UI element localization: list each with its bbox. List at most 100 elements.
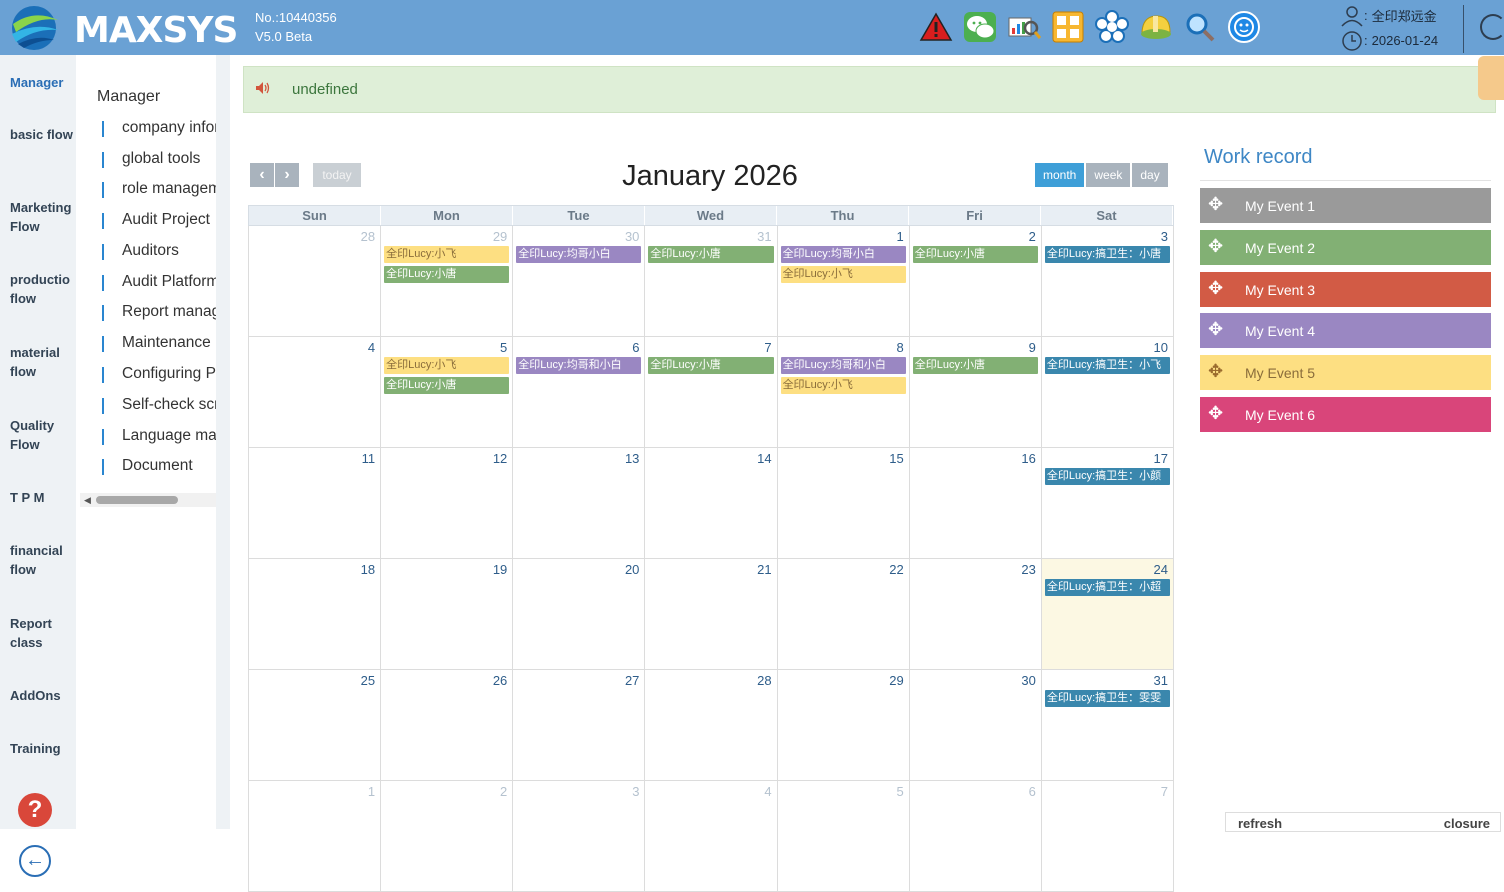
next-month-button[interactable]: ›: [275, 163, 299, 187]
calendar-day[interactable]: 10 全印Lucy:搞卫生：小飞: [1041, 337, 1174, 448]
day-number[interactable]: 24: [1154, 562, 1168, 577]
submenu-item[interactable]: Auditors: [102, 242, 179, 260]
calendar-day[interactable]: 11: [248, 448, 382, 559]
magnifier-icon[interactable]: [1182, 8, 1218, 46]
calendar-event[interactable]: 全印Lucy:小唐: [384, 266, 510, 283]
calendar-event[interactable]: 全印Lucy:均哥小白: [780, 246, 906, 263]
calendar-day[interactable]: 7: [1041, 781, 1174, 892]
draggable-event[interactable]: ✥ My Event 1: [1200, 188, 1491, 223]
calendar-day[interactable]: 28: [645, 670, 778, 781]
submenu-item[interactable]: Maintenance lo: [102, 334, 216, 352]
submenu-item[interactable]: global tools: [102, 150, 200, 168]
scroll-thumb[interactable]: [96, 496, 178, 504]
move-icon[interactable]: ✥: [1208, 237, 1223, 255]
scroll-left-icon[interactable]: ◀: [84, 493, 91, 507]
calendar-day[interactable]: 5: [777, 781, 910, 892]
nav-item-manager[interactable]: Manager: [10, 73, 76, 92]
day-number[interactable]: 31: [757, 229, 771, 244]
calendar-day[interactable]: 7 全印Lucy:小唐: [645, 337, 778, 448]
submenu-item[interactable]: Language man: [102, 427, 216, 445]
day-number[interactable]: 6: [632, 340, 639, 355]
day-number[interactable]: 31: [1154, 673, 1168, 688]
helmet-icon[interactable]: [1138, 8, 1174, 46]
calendar-day[interactable]: 1: [248, 781, 382, 892]
calendar-day[interactable]: 22: [777, 559, 910, 670]
calendar-day[interactable]: 30 全印Lucy:均哥小白: [513, 226, 646, 337]
submenu-item[interactable]: company infor: [102, 119, 216, 137]
draggable-event[interactable]: ✥ My Event 4: [1200, 313, 1491, 349]
day-number[interactable]: 18: [361, 562, 375, 577]
day-number[interactable]: 13: [625, 451, 639, 466]
submenu-item[interactable]: role managem: [102, 180, 216, 198]
nav-item-quality-flow[interactable]: Quality Flow: [10, 416, 76, 454]
calendar-day[interactable]: 31 全印Lucy:小唐: [645, 226, 778, 337]
nav-item-training[interactable]: Training: [10, 739, 76, 758]
calendar-day[interactable]: 27: [513, 670, 646, 781]
day-number[interactable]: 5: [500, 340, 507, 355]
calendar-day[interactable]: 5 全印Lucy:小飞 全印Lucy:小唐: [381, 337, 514, 448]
day-number[interactable]: 28: [757, 673, 771, 688]
nav-item-tpm[interactable]: T P M: [10, 488, 76, 507]
calendar-event[interactable]: 全印Lucy:小唐: [384, 377, 510, 394]
calendar-day[interactable]: 25: [248, 670, 382, 781]
move-icon[interactable]: ✥: [1208, 320, 1223, 338]
day-number[interactable]: 4: [764, 784, 771, 799]
report-search-icon[interactable]: [1006, 8, 1042, 46]
calendar-day[interactable]: 9 全印Lucy:小唐: [909, 337, 1042, 448]
calendar-event[interactable]: 全印Lucy:小飞: [780, 266, 906, 283]
warning-icon[interactable]: [918, 8, 954, 46]
submenu-item[interactable]: Audit Platform: [102, 273, 216, 291]
maxsys-logo[interactable]: MAXSYS: [8, 4, 240, 52]
day-number[interactable]: 29: [889, 673, 903, 688]
back-button[interactable]: ←: [19, 845, 51, 877]
submenu-item[interactable]: Document: [102, 457, 193, 475]
wechat-icon[interactable]: [962, 8, 998, 46]
week-view-button[interactable]: week: [1086, 163, 1131, 187]
day-number[interactable]: 3: [632, 784, 639, 799]
calendar-event[interactable]: 全印Lucy:均哥小白: [516, 246, 642, 263]
day-number[interactable]: 30: [625, 229, 639, 244]
month-view-button[interactable]: month: [1035, 163, 1085, 187]
calendar-day[interactable]: 15: [777, 448, 910, 559]
calendar-event[interactable]: 全印Lucy:搞卫生：小超: [1044, 579, 1170, 596]
calendar-day[interactable]: 6: [909, 781, 1042, 892]
nav-item-material-flow[interactable]: material flow: [10, 343, 76, 381]
calendar-event[interactable]: 全印Lucy:均哥和小白: [516, 357, 642, 374]
calendar-event[interactable]: 全印Lucy:小飞: [384, 246, 510, 263]
calendar-day[interactable]: 19: [381, 559, 514, 670]
calendar-event[interactable]: 全印Lucy:小飞: [384, 357, 510, 374]
day-number[interactable]: 27: [625, 673, 639, 688]
calendar-event[interactable]: 全印Lucy:小唐: [648, 246, 774, 263]
calendar-event[interactable]: 全印Lucy:小唐: [648, 357, 774, 374]
calendar-day[interactable]: 21: [645, 559, 778, 670]
day-number[interactable]: 26: [493, 673, 507, 688]
calendar-day[interactable]: 29 全印Lucy:小飞 全印Lucy:小唐: [381, 226, 514, 337]
side-drawer-tab[interactable]: [1478, 56, 1504, 100]
nav-item-financial-flow[interactable]: financial flow: [10, 541, 76, 579]
calendar-day[interactable]: 13: [513, 448, 646, 559]
calendar-event[interactable]: 全印Lucy:搞卫生：雯雯: [1044, 690, 1170, 707]
day-number[interactable]: 7: [764, 340, 771, 355]
flower-icon[interactable]: [1094, 8, 1130, 46]
calendar-event[interactable]: 全印Lucy:搞卫生：小颜: [1044, 468, 1170, 485]
move-icon[interactable]: ✥: [1208, 279, 1223, 297]
day-number[interactable]: 2: [500, 784, 507, 799]
power-icon[interactable]: [1480, 14, 1504, 40]
draggable-event[interactable]: ✥ My Event 5: [1200, 355, 1491, 391]
day-number[interactable]: 29: [493, 229, 507, 244]
nav-item-report-class[interactable]: Report class: [10, 614, 76, 652]
calendar-event[interactable]: 全印Lucy:小唐: [912, 246, 1038, 263]
day-number[interactable]: 22: [889, 562, 903, 577]
day-number[interactable]: 1: [368, 784, 375, 799]
calendar-day[interactable]: 1 全印Lucy:均哥小白 全印Lucy:小飞: [777, 226, 910, 337]
calendar-day[interactable]: 14: [645, 448, 778, 559]
calendar-day[interactable]: 28: [248, 226, 382, 337]
support-icon[interactable]: [1226, 8, 1262, 46]
day-number[interactable]: 14: [757, 451, 771, 466]
calendar-day[interactable]: 2 全印Lucy:小唐: [909, 226, 1042, 337]
calendar-day[interactable]: 18: [248, 559, 382, 670]
day-number[interactable]: 25: [361, 673, 375, 688]
day-number[interactable]: 10: [1154, 340, 1168, 355]
submenu-item[interactable]: Configuring Pa: [102, 365, 216, 383]
calendar-day[interactable]: 31 全印Lucy:搞卫生：雯雯: [1041, 670, 1174, 781]
